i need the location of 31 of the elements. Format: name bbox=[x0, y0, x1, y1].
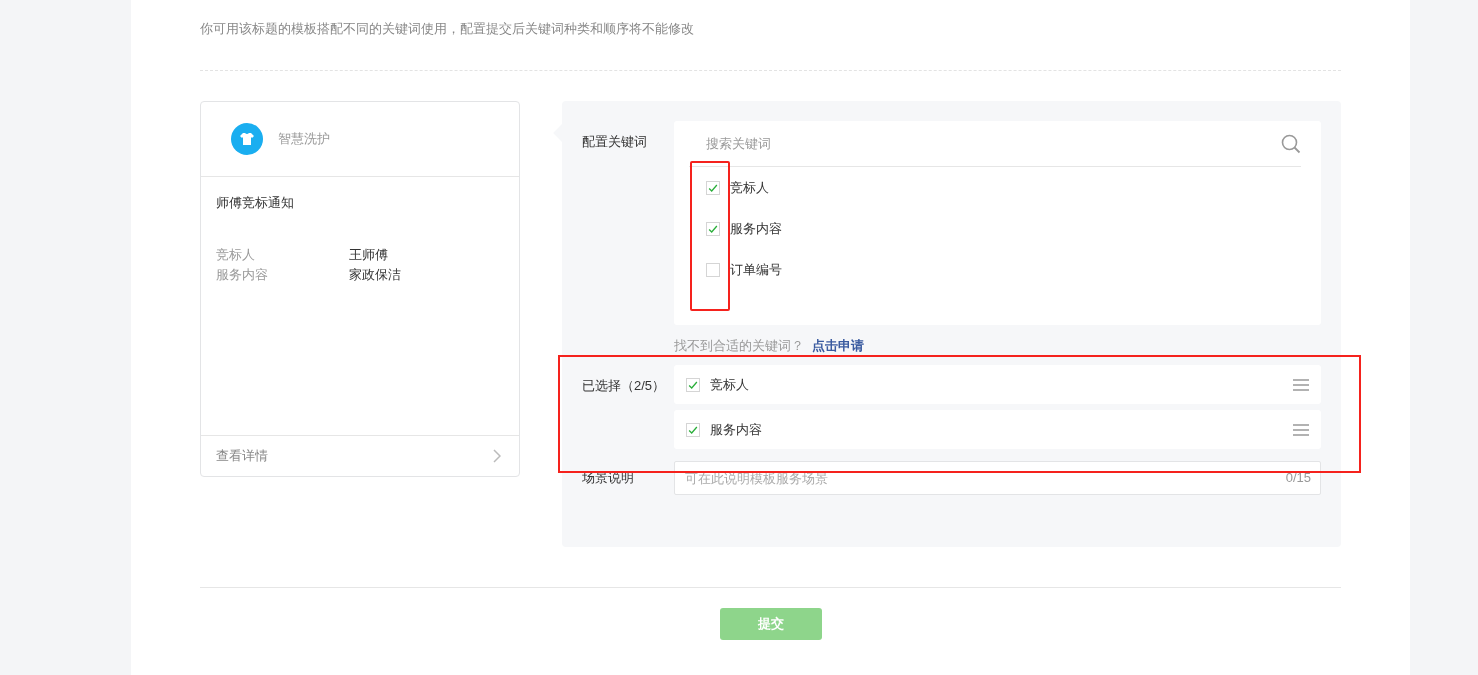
selected-keyword-row[interactable]: 服务内容 bbox=[674, 410, 1321, 449]
checkbox[interactable] bbox=[706, 221, 720, 236]
selected-label: 已选择（2/5） bbox=[582, 377, 667, 395]
keyword-label: 竞标人 bbox=[730, 178, 769, 197]
keyword-label: 服务内容 bbox=[710, 420, 763, 439]
view-details-link[interactable]: 查看详情 bbox=[216, 447, 268, 465]
help-text: 找不到合适的关键词？ bbox=[674, 337, 804, 355]
account-avatar-icon bbox=[231, 123, 263, 155]
message-title: 师傅竞标通知 bbox=[216, 194, 295, 212]
keyword-label: 竞标人 bbox=[710, 375, 750, 394]
checkbox[interactable] bbox=[706, 180, 720, 195]
intro-text: 你可用该标题的模板搭配不同的关键词使用，配置提交后关键词种类和顺序将不能修改 bbox=[200, 21, 694, 36]
keyword-label: 服务内容 bbox=[730, 219, 782, 238]
field-label: 竞标人 bbox=[216, 246, 256, 264]
chevron-right-icon bbox=[493, 449, 501, 463]
search-field[interactable]: 搜索关键词 bbox=[704, 135, 1281, 152]
character-counter: 0/15 bbox=[1285, 470, 1311, 485]
drag-handle-icon[interactable] bbox=[1293, 423, 1309, 436]
account-name: 智慧洗护 bbox=[278, 130, 330, 148]
drag-handle-icon[interactable] bbox=[1293, 378, 1309, 391]
checkbox[interactable] bbox=[706, 262, 720, 277]
field-value: 家政保洁 bbox=[349, 266, 401, 284]
field-value: 王师傅 bbox=[349, 246, 388, 264]
apply-link[interactable]: 点击申请 bbox=[812, 337, 864, 365]
search-icon[interactable] bbox=[1281, 133, 1301, 154]
field-label: 服务内容 bbox=[216, 266, 269, 284]
checkbox[interactable] bbox=[686, 377, 700, 392]
keywords-label: 配置关键词 bbox=[582, 133, 648, 151]
keyword-label: 订单编号 bbox=[730, 260, 782, 279]
checkbox[interactable] bbox=[686, 422, 700, 437]
selected-keyword-row[interactable]: 竞标人 bbox=[674, 365, 1321, 404]
